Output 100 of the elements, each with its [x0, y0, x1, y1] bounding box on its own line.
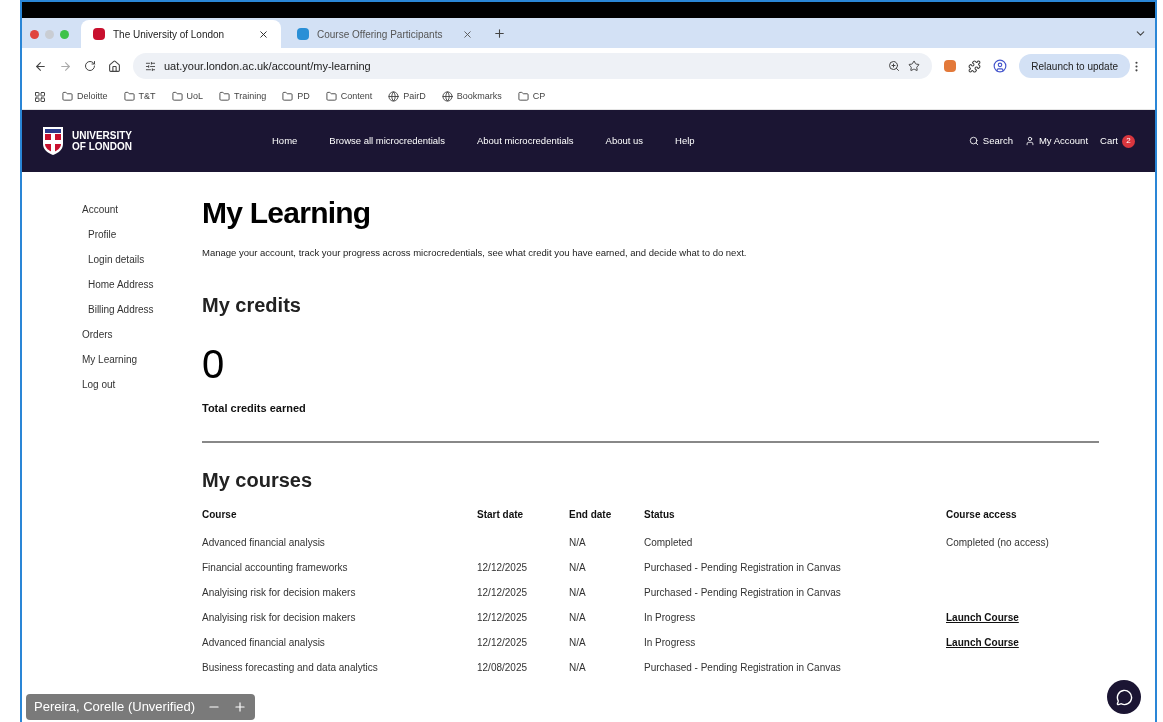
table-cell: Business forecasting and data analytics — [202, 654, 477, 680]
puzzle-icon[interactable] — [968, 59, 982, 73]
cart-link[interactable]: Cart 2 — [1100, 133, 1135, 149]
user-icon — [1024, 136, 1035, 146]
home-icon[interactable] — [108, 59, 121, 73]
table-cell: N/A — [569, 579, 644, 605]
table-cell: N/A — [569, 654, 644, 680]
search-link[interactable]: Search — [968, 133, 1013, 149]
table-cell: N/A — [569, 529, 644, 555]
bookmark-item[interactable]: PD — [282, 89, 310, 104]
globe-icon — [441, 91, 453, 102]
nav-link[interactable]: Browse all microcredentials — [329, 133, 445, 149]
chat-button[interactable] — [1107, 680, 1141, 714]
sidebar-link[interactable]: My Learning — [82, 352, 202, 367]
account-link[interactable]: My Account — [1024, 133, 1089, 149]
bookmark-item[interactable]: Content — [325, 89, 373, 104]
table-cell: Advanced financial analysis — [202, 629, 477, 655]
bookmark-label: PairD — [403, 89, 426, 103]
sidebar-link[interactable]: Log out — [82, 377, 202, 392]
back-icon[interactable] — [34, 59, 47, 73]
column-header: Status — [644, 506, 946, 530]
cart-count-badge: 2 — [1122, 134, 1135, 148]
nav-link[interactable]: About microcredentials — [476, 133, 574, 149]
shield-logo-icon — [42, 126, 64, 156]
sidebar-link[interactable]: Account — [82, 202, 202, 217]
bookmark-label: Training — [234, 89, 267, 103]
table-cell: N/A — [569, 629, 644, 655]
table-cell: Analyising risk for decision makers — [202, 604, 477, 630]
folder-icon — [325, 91, 337, 102]
close-window-icon[interactable] — [30, 29, 39, 39]
browser-tab[interactable]: The University of London — [81, 20, 281, 48]
bookmark-label: T&T — [138, 89, 156, 103]
table-cell: 12/12/2025 — [477, 629, 569, 655]
tab-title: Course Offering Participants — [317, 27, 444, 42]
column-header: Start date — [477, 506, 569, 530]
table-cell: In Progress — [644, 604, 946, 630]
bookmark-item[interactable]: CP — [517, 89, 546, 104]
table-cell-text: Advanced financial analysis — [202, 535, 326, 550]
table-cell: N/A — [569, 604, 644, 630]
tab-favicon-icon — [297, 28, 309, 40]
courses-heading: My courses — [202, 467, 314, 493]
browser-tab[interactable]: Course Offering Participants — [285, 20, 485, 48]
folder-icon — [171, 91, 183, 102]
profile-icon[interactable] — [993, 59, 1008, 73]
university-logo-text: UNIVERSITY OF LONDON — [72, 130, 132, 152]
bookmark-item[interactable]: Deloitte — [62, 89, 108, 104]
apps-icon[interactable] — [34, 90, 46, 103]
table-cell: In Progress — [644, 629, 946, 655]
launch-course-link[interactable]: Launch Course — [946, 636, 1019, 648]
folder-icon — [219, 91, 231, 102]
table-cell: Completed — [644, 529, 946, 555]
column-header: End date — [569, 506, 644, 530]
bookmark-item[interactable]: Training — [219, 89, 267, 104]
table-cell-text: Purchased - Pending Registration in Canvas — [644, 560, 842, 575]
bookmark-label: PD — [297, 89, 310, 103]
sidebar-sublink[interactable]: Profile — [82, 227, 202, 242]
nav-link[interactable]: Help — [675, 133, 695, 149]
relaunch-button[interactable]: Relaunch to update — [1019, 54, 1130, 78]
nav-link[interactable]: About us — [605, 133, 644, 149]
zoom-icon[interactable] — [888, 60, 901, 72]
sidebar-sublink[interactable]: Billing Address — [82, 302, 202, 317]
folder-icon — [282, 91, 294, 102]
sidebar-sublink[interactable]: Home Address — [82, 277, 202, 292]
bookmark-item[interactable]: Bookmarks — [441, 89, 502, 104]
folder-icon — [123, 91, 135, 102]
sidebar-sublink[interactable]: Login details — [82, 252, 202, 267]
bookmark-label: CP — [532, 89, 546, 103]
search-icon — [968, 136, 979, 146]
table-cell: 12/08/2025 — [477, 654, 569, 680]
sidebar-link[interactable]: Orders — [82, 327, 202, 342]
column-header: Course access — [946, 507, 1018, 522]
launch-course-link[interactable]: Launch Course — [946, 611, 1019, 623]
bookmark-label: Content — [340, 89, 373, 103]
bookmark-item[interactable]: T&T — [123, 89, 156, 104]
close-icon[interactable] — [258, 28, 269, 40]
tab-title: The University of London — [113, 27, 226, 42]
intro-text: Manage your account, track your progress across microcredentials, see what credit you have earned, and decide what to do next. — [202, 246, 748, 260]
bookmark-item[interactable]: PairD — [388, 89, 426, 104]
bookmark-star-icon[interactable] — [908, 60, 921, 72]
url-text: uat.your.london.ac.uk/account/my-learning — [164, 58, 372, 74]
address-bar[interactable]: uat.your.london.ac.uk/account/my-learning — [133, 53, 933, 79]
table-cell: 12/12/2025 — [477, 604, 569, 630]
site-settings-icon[interactable] — [145, 60, 156, 72]
page-title: My Learning — [202, 198, 372, 228]
plus-icon[interactable] — [233, 700, 248, 714]
globe-icon — [388, 91, 400, 102]
bookmark-label: Deloitte — [77, 89, 108, 103]
tab-favicon-icon — [93, 28, 105, 40]
table-cell: 12/12/2025 — [477, 554, 569, 580]
table-cell: Completed (no access) — [946, 536, 1049, 548]
chat-icon — [1115, 688, 1133, 706]
bookmark-item[interactable]: UoL — [171, 89, 204, 104]
reload-icon[interactable] — [84, 60, 96, 72]
table-cell: N/A — [569, 554, 644, 580]
table-cell: Analyising risk for decision makers — [202, 579, 477, 605]
nav-link[interactable]: Home — [272, 133, 298, 149]
new-tab-icon[interactable] — [493, 27, 506, 40]
table-cell: 12/12/2025 — [477, 579, 569, 605]
extension-icon[interactable] — [944, 60, 957, 72]
credits-value: 0 — [202, 344, 226, 385]
